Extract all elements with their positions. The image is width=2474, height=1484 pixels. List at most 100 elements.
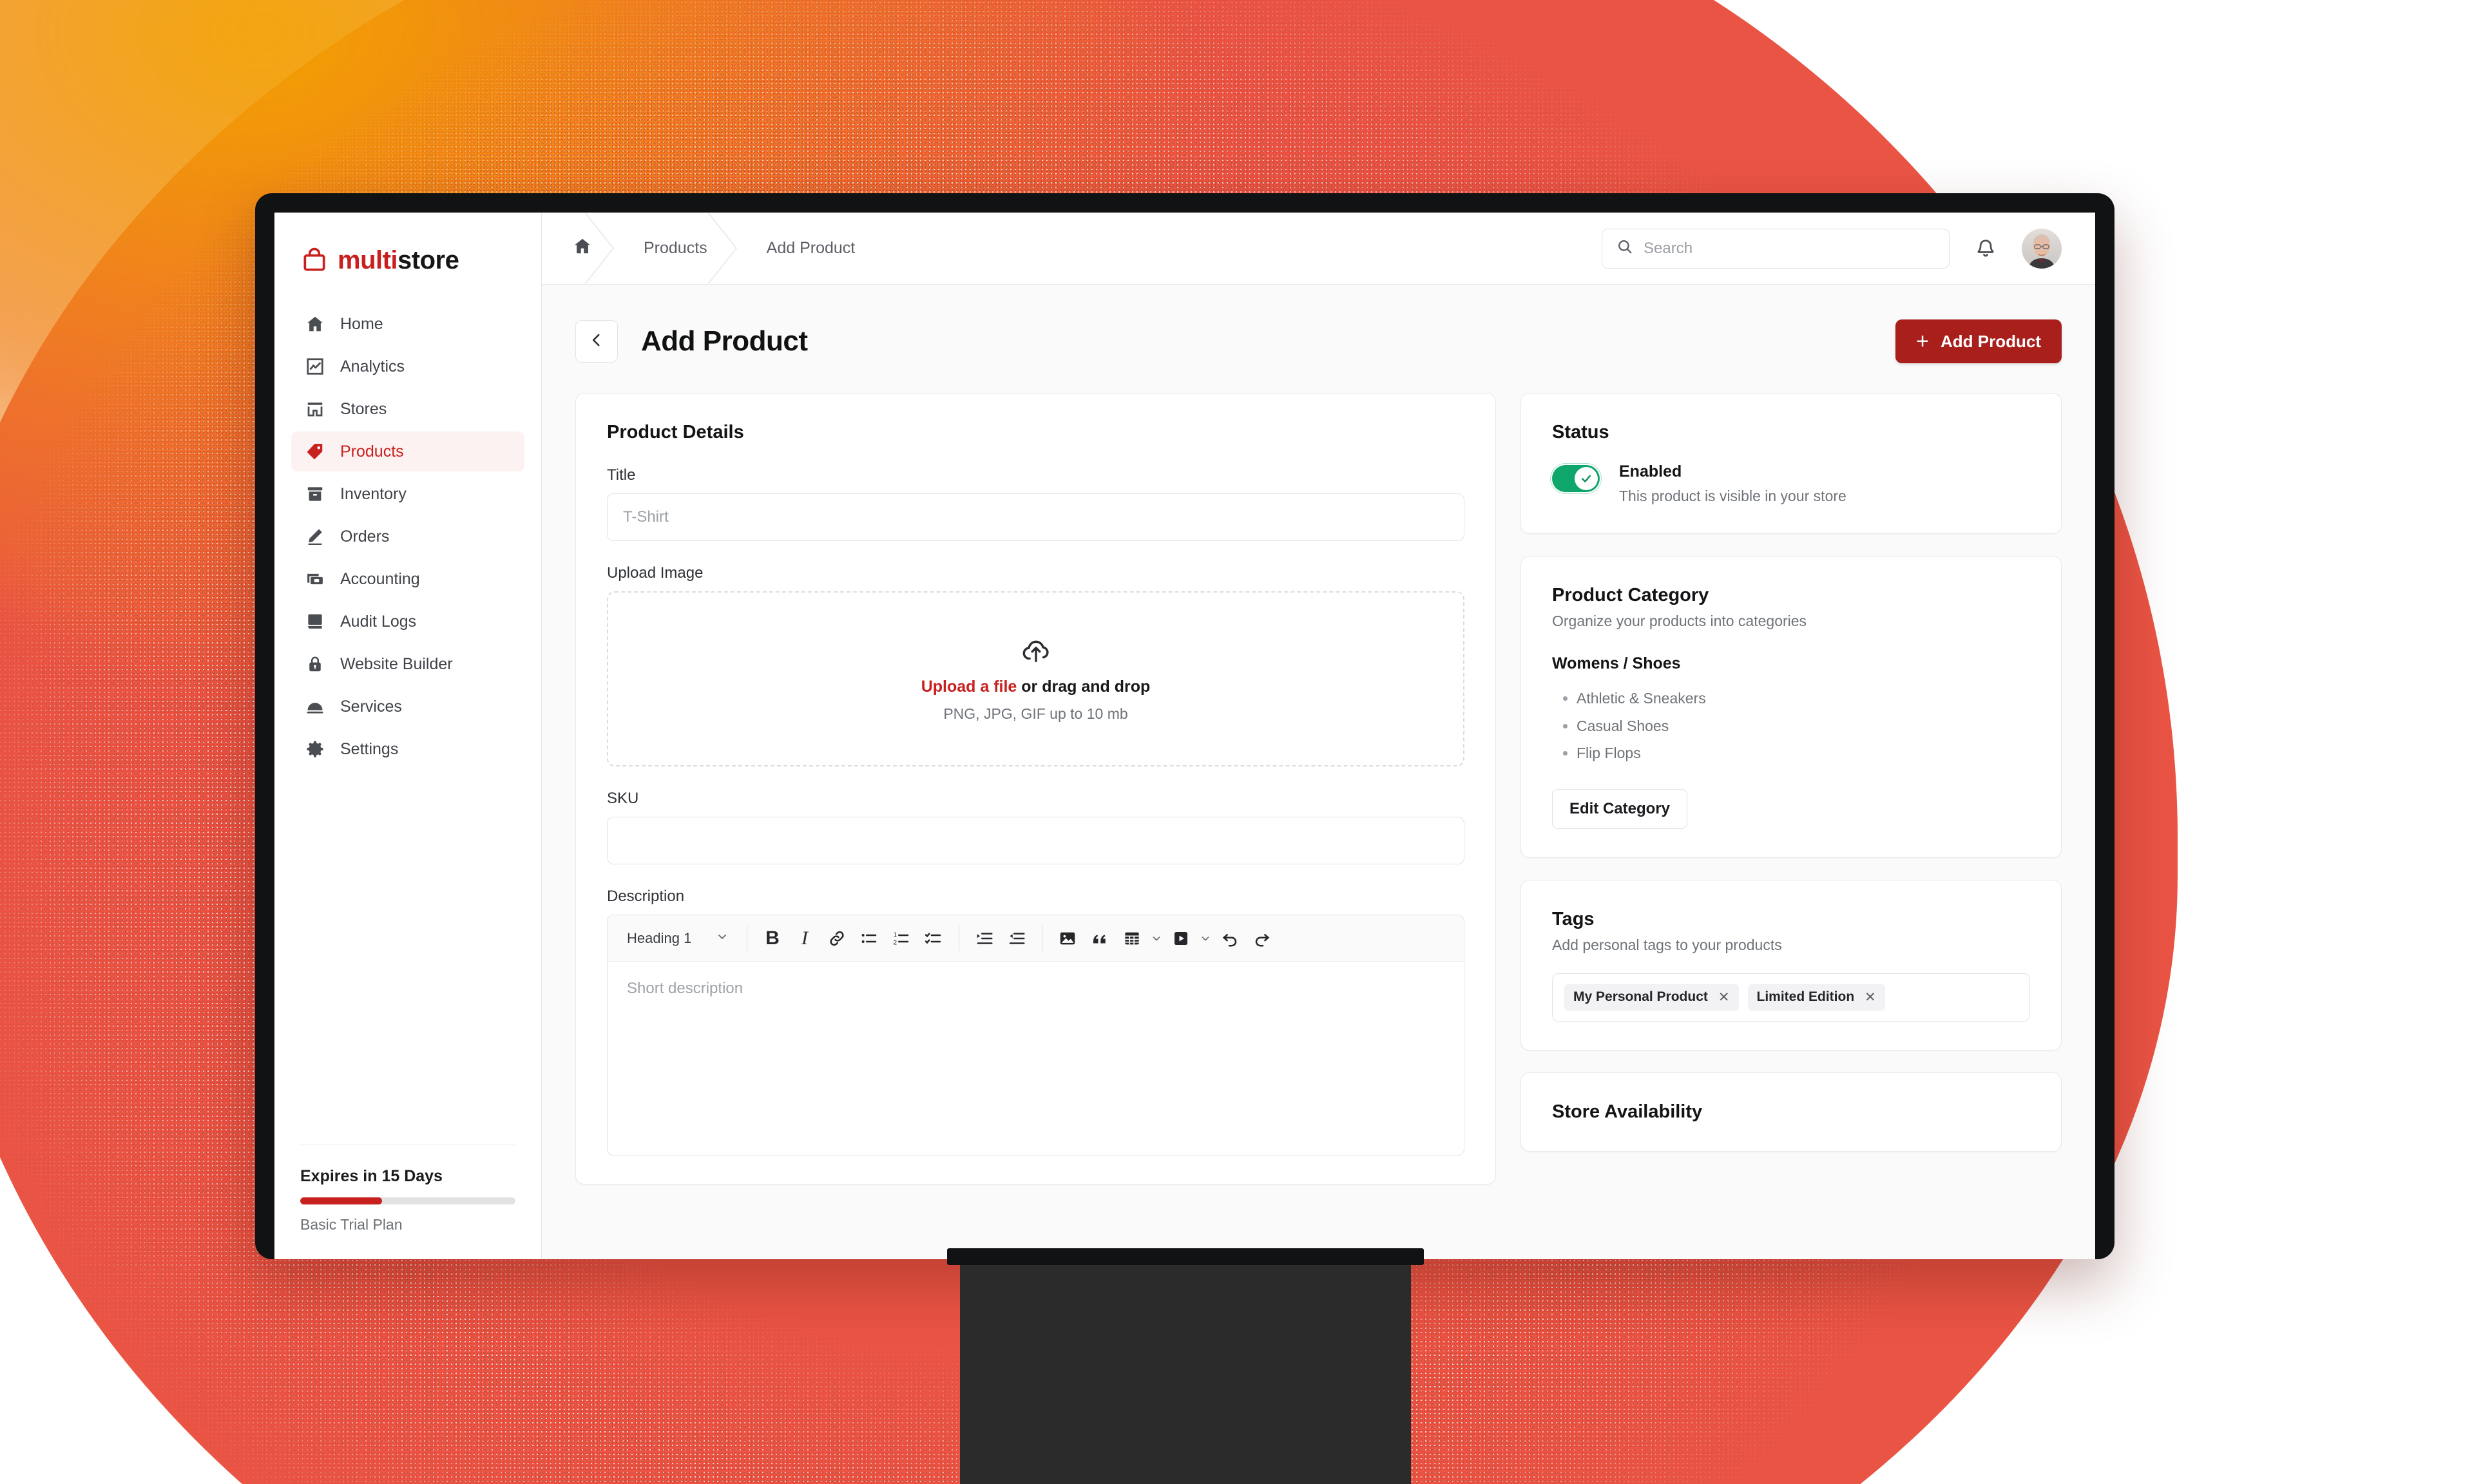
brand-logo[interactable]: multistore — [274, 213, 541, 274]
main-area: Products Add Product Search Add Product … — [542, 213, 2095, 1259]
image-dropzone[interactable]: Upload a file or drag and drop PNG, JPG,… — [607, 591, 1464, 766]
search-box[interactable] — [1602, 228, 1950, 269]
tags-card: Tags Add personal tags to your products … — [1520, 879, 2062, 1051]
sidebar-item-inventory[interactable]: Inventory — [291, 474, 524, 514]
page-title: Add Product — [641, 325, 808, 357]
sidebar-item-analytics[interactable]: Analytics — [291, 347, 524, 386]
upload-image-label: Upload Image — [607, 564, 704, 582]
sku-input[interactable] — [607, 817, 1464, 864]
sidebar-item-audit-logs[interactable]: Audit Logs — [291, 602, 524, 642]
dropzone-rest-text: or drag and drop — [1017, 677, 1151, 696]
breadcrumb-item-add-product[interactable]: Add Product — [737, 213, 885, 284]
status-row: Enabled This product is visible in your … — [1552, 462, 2030, 505]
list-check-icon[interactable] — [917, 922, 950, 955]
status-text-block: Enabled This product is visible in your … — [1619, 462, 1846, 505]
lock-bag-icon — [304, 653, 326, 675]
tag-chip[interactable]: My Personal Product ✕ — [1564, 984, 1739, 1011]
sidebar-item-settings[interactable]: Settings — [291, 729, 524, 769]
image-icon[interactable] — [1051, 922, 1084, 955]
brand-name-part1: multi — [338, 246, 398, 274]
list-numbered-icon[interactable]: 12 — [885, 922, 917, 955]
video-icon[interactable] — [1165, 922, 1197, 955]
description-field-group: Description Heading 1 B I 1 2 Short desc… — [607, 888, 1464, 1156]
tags-input-box[interactable]: My Personal Product ✕ Limited Edition ✕ — [1552, 973, 2030, 1022]
indent-icon[interactable] — [968, 922, 1001, 955]
add-product-button[interactable]: + Add Product — [1895, 319, 2062, 363]
banknote-icon — [304, 568, 326, 590]
dome-tray-icon — [304, 696, 326, 718]
sidebar-item-label: Settings — [340, 739, 399, 758]
sidebar-item-accounting[interactable]: Accounting — [291, 559, 524, 599]
close-icon[interactable]: ✕ — [1718, 989, 1730, 1005]
sidebar: multistore Home Analytics Stores Product… — [274, 213, 542, 1259]
undo-icon[interactable] — [1214, 922, 1246, 955]
right-column: Status Enabled This product is visible i… — [1520, 393, 2062, 1259]
description-textarea[interactable]: Short description — [608, 962, 1464, 1155]
cloud-upload-icon — [1021, 636, 1051, 669]
breadcrumb-home[interactable] — [542, 213, 615, 284]
tag-chip[interactable]: Limited Edition ✕ — [1747, 984, 1885, 1011]
sidebar-item-home[interactable]: Home — [291, 304, 524, 344]
bell-icon[interactable] — [1971, 234, 2000, 263]
add-product-button-label: Add Product — [1941, 331, 2041, 351]
category-list: Athletic & Sneakers Casual Shoes Flip Fl… — [1552, 685, 2030, 767]
category-card-subtitle: Organize your products into categories — [1552, 613, 1807, 629]
plus-icon: + — [1916, 329, 1929, 354]
check-icon — [1581, 475, 1591, 482]
product-details-title: Product Details — [607, 422, 744, 442]
tag-label: Limited Edition — [1756, 989, 1855, 1005]
svg-text:2: 2 — [894, 939, 897, 946]
edit-category-button[interactable]: Edit Category — [1552, 788, 1688, 829]
avatar[interactable] — [2022, 228, 2062, 269]
title-field-group: Title — [607, 466, 1464, 541]
table-icon[interactable] — [1116, 922, 1148, 955]
breadcrumb-label: Products — [644, 239, 707, 257]
breadcrumb-label: Add Product — [766, 239, 856, 257]
store-availability-card: Store Availability — [1520, 1072, 2062, 1152]
sidebar-item-website-builder[interactable]: Website Builder — [291, 644, 524, 684]
trial-progress-bar — [300, 1197, 515, 1204]
redo-icon[interactable] — [1246, 922, 1278, 955]
title-input[interactable] — [607, 493, 1464, 541]
status-toggle[interactable] — [1552, 465, 1600, 492]
video-dropdown-caret[interactable] — [1197, 922, 1214, 955]
archive-box-icon — [304, 483, 326, 505]
sidebar-item-label: Products — [340, 442, 404, 461]
sidebar-item-label: Accounting — [340, 569, 420, 588]
quote-icon[interactable] — [1084, 922, 1116, 955]
italic-button[interactable]: I — [789, 922, 821, 955]
back-button[interactable] — [575, 320, 618, 363]
sidebar-item-stores[interactable]: Stores — [291, 389, 524, 429]
shopping-bag-icon — [300, 246, 329, 274]
heading-style-select[interactable]: Heading 1 — [618, 923, 738, 954]
trial-expiry-label: Expires in 15 Days — [300, 1167, 443, 1185]
upload-file-link[interactable]: Upload a file — [921, 678, 1017, 696]
sidebar-item-label: Stores — [340, 399, 387, 418]
sku-field-group: SKU — [607, 790, 1464, 864]
monitor-stand-cap — [947, 1248, 1424, 1265]
sidebar-item-orders[interactable]: Orders — [291, 517, 524, 556]
search-input[interactable] — [1644, 239, 1935, 258]
gear-icon — [304, 738, 326, 760]
tags-card-subtitle: Add personal tags to your products — [1552, 936, 1782, 953]
bold-button[interactable]: B — [756, 922, 789, 955]
home-icon — [573, 236, 592, 260]
tag-label: My Personal Product — [1573, 989, 1708, 1005]
sidebar-item-products[interactable]: Products — [291, 432, 524, 471]
product-details-card: Product Details Title Upload Image — [575, 393, 1496, 1184]
close-icon[interactable]: ✕ — [1865, 989, 1876, 1005]
sidebar-item-label: Home — [340, 314, 383, 333]
breadcrumb-item-products[interactable]: Products — [614, 213, 737, 284]
category-path: Womens / Shoes — [1552, 654, 1681, 672]
table-dropdown-caret[interactable] — [1148, 922, 1165, 955]
upload-field-group: Upload Image Upload a file or drag and d… — [607, 564, 1464, 766]
title-field-label: Title — [607, 466, 636, 484]
list-bullet-icon[interactable] — [853, 922, 885, 955]
chevron-left-icon — [588, 332, 605, 352]
trial-progress-fill — [300, 1197, 382, 1204]
link-icon[interactable] — [821, 922, 853, 955]
outdent-icon[interactable] — [1001, 922, 1033, 955]
sidebar-item-services[interactable]: Services — [291, 687, 524, 727]
status-state-label: Enabled — [1619, 462, 1682, 480]
